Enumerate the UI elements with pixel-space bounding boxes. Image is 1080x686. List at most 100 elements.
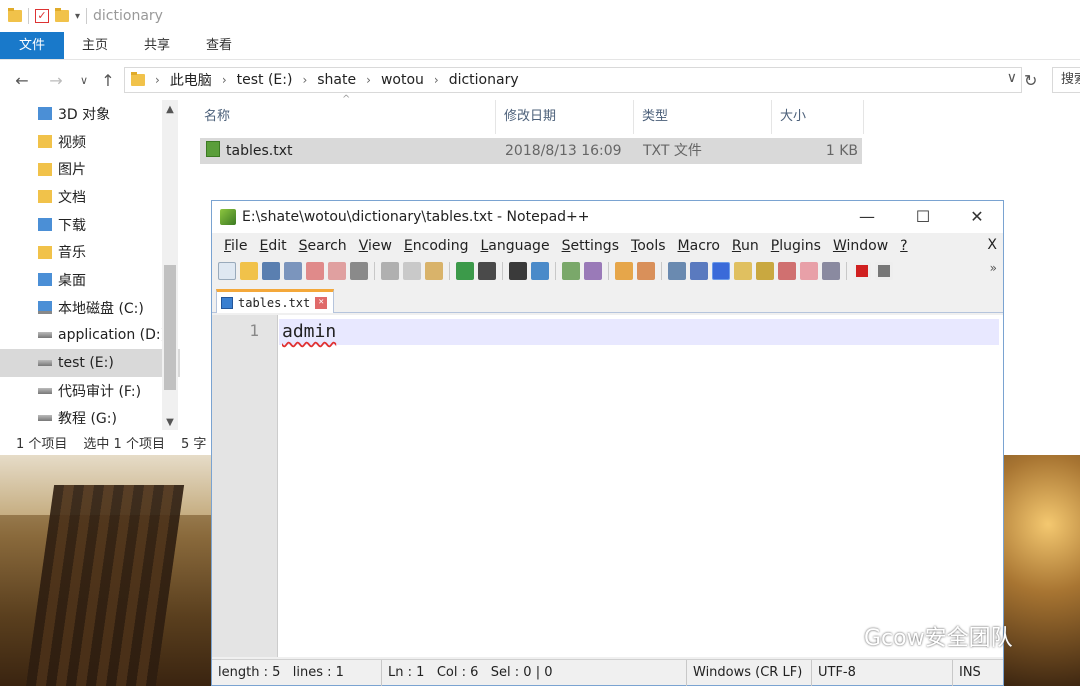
tab-share[interactable]: 共享 — [126, 32, 188, 59]
stop-macro-icon[interactable] — [875, 262, 893, 280]
menu-macro[interactable]: Macro — [672, 238, 726, 254]
open-file-icon[interactable] — [240, 262, 258, 280]
find-icon[interactable] — [509, 262, 527, 280]
tab-view[interactable]: 查看 — [188, 32, 250, 59]
minimize-icon[interactable]: — — [844, 201, 890, 233]
nav-item-music[interactable]: 音乐 — [0, 238, 180, 266]
tab-file[interactable]: 文件 — [0, 32, 64, 59]
redo-icon[interactable] — [478, 262, 496, 280]
tab-tables-txt[interactable]: tables.txt ✕ — [216, 289, 334, 313]
breadcrumb-chevron-icon[interactable]: › — [302, 73, 307, 87]
record-macro-icon[interactable] — [853, 262, 871, 280]
nav-item-pictures[interactable]: 图片 — [0, 155, 180, 183]
npp-title-bar[interactable]: E:\shate\wotou\dictionary\tables.txt - N… — [212, 201, 1003, 233]
file-row[interactable]: tables.txt 2018/8/13 16:09 TXT 文件 1 KB — [200, 138, 862, 164]
zoom-out-icon[interactable] — [584, 262, 602, 280]
menu-run[interactable]: Run — [726, 238, 765, 254]
scroll-down-icon[interactable]: ▼ — [164, 417, 176, 428]
maximize-icon[interactable]: ☐ — [900, 201, 946, 233]
tab-home[interactable]: 主页 — [64, 32, 126, 59]
folder-icon[interactable] — [8, 8, 22, 22]
menu-tools[interactable]: Tools — [625, 238, 672, 254]
cut-icon[interactable] — [381, 262, 399, 280]
breadcrumb-dictionary[interactable]: dictionary — [449, 72, 519, 88]
user-language-icon[interactable] — [734, 262, 752, 280]
function-list-icon[interactable] — [778, 262, 796, 280]
menu-search[interactable]: Search — [293, 238, 353, 254]
show-all-characters-icon[interactable] — [690, 262, 708, 280]
breadcrumb-chevron-icon[interactable]: › — [155, 73, 160, 87]
menu-language[interactable]: Language — [474, 238, 555, 254]
npp-editor[interactable]: 1 admin — [212, 315, 1003, 657]
search-input[interactable]: 搜索 — [1052, 67, 1080, 93]
nav-item-3d-objects[interactable]: 3D 对象 — [0, 100, 180, 128]
undo-icon[interactable] — [456, 262, 474, 280]
nav-item-drive-e[interactable]: test (E:) — [0, 349, 180, 377]
toolbar-overflow-icon[interactable]: » — [990, 261, 997, 275]
breadcrumb-drive-e[interactable]: test (E:) — [237, 72, 293, 88]
nav-item-drive-d[interactable]: application (D:) — [0, 322, 180, 350]
status-encoding[interactable]: UTF-8 — [812, 659, 953, 686]
column-header-size[interactable]: 大小 — [772, 100, 864, 134]
monitoring-icon[interactable] — [822, 262, 840, 280]
copy-icon[interactable] — [403, 262, 421, 280]
nav-item-downloads[interactable]: 下载 — [0, 211, 180, 239]
scroll-up-icon[interactable]: ▲ — [164, 104, 176, 115]
address-dropdown-icon[interactable]: ∨ — [1007, 70, 1017, 86]
column-header-modified[interactable]: 修改日期 — [496, 100, 634, 134]
nav-item-drive-c[interactable]: 本地磁盘 (C:) — [0, 294, 180, 322]
nav-item-desktop[interactable]: 桌面 — [0, 266, 180, 294]
close-file-icon[interactable] — [306, 262, 324, 280]
document-map-icon[interactable] — [756, 262, 774, 280]
breadcrumb-wotou[interactable]: wotou — [381, 72, 424, 88]
replace-icon[interactable] — [531, 262, 549, 280]
breadcrumb-this-pc[interactable]: 此电脑 — [170, 70, 212, 90]
breadcrumb-chevron-icon[interactable]: › — [222, 73, 227, 87]
scrollbar-thumb[interactable] — [164, 265, 176, 390]
close-document-button[interactable]: X — [987, 237, 997, 253]
new-file-icon[interactable] — [218, 262, 236, 280]
print-icon[interactable] — [350, 262, 368, 280]
nav-item-videos[interactable]: 视频 — [0, 128, 180, 156]
menu-help[interactable]: ? — [894, 238, 913, 254]
menu-file[interactable]: File — [218, 238, 253, 254]
status-insert-mode[interactable]: INS — [953, 660, 987, 686]
column-header-type[interactable]: 类型 — [634, 100, 772, 134]
breadcrumb-chevron-icon[interactable]: › — [366, 73, 371, 87]
menu-edit[interactable]: Edit — [253, 238, 292, 254]
tab-close-icon[interactable]: ✕ — [315, 296, 328, 309]
navigation-scrollbar[interactable]: ▲ ▼ — [162, 100, 178, 430]
menu-encoding[interactable]: Encoding — [398, 238, 475, 254]
menu-view[interactable]: View — [353, 238, 398, 254]
save-icon[interactable] — [262, 262, 280, 280]
nav-item-documents[interactable]: 文档 — [0, 183, 180, 211]
breadcrumb-chevron-icon[interactable]: › — [434, 73, 439, 87]
zoom-in-icon[interactable] — [562, 262, 580, 280]
menu-settings[interactable]: Settings — [556, 238, 625, 254]
status-eol[interactable]: Windows (CR LF) — [687, 659, 812, 686]
sync-vertical-icon[interactable] — [615, 262, 633, 280]
folder-as-workspace-icon[interactable] — [800, 262, 818, 280]
close-all-icon[interactable] — [328, 262, 346, 280]
address-box[interactable]: › 此电脑 › test (E:) › shate › wotou › dict… — [124, 67, 1022, 93]
paste-icon[interactable] — [425, 262, 443, 280]
menu-plugins[interactable]: Plugins — [765, 238, 827, 254]
word-wrap-icon[interactable] — [668, 262, 686, 280]
forward-arrow-icon[interactable]: → — [42, 71, 70, 90]
sync-horizontal-icon[interactable] — [637, 262, 655, 280]
column-header-name[interactable]: 名称 — [196, 100, 496, 134]
close-icon[interactable]: ✕ — [954, 201, 1000, 233]
save-all-icon[interactable] — [284, 262, 302, 280]
nav-item-drive-f[interactable]: 代码审计 (F:) — [0, 377, 180, 405]
new-folder-icon[interactable] — [55, 8, 69, 22]
refresh-icon[interactable]: ↻ — [1024, 71, 1037, 90]
properties-check-icon[interactable]: ✓ — [35, 9, 49, 23]
breadcrumb-shate[interactable]: shate — [317, 72, 356, 88]
indent-guide-icon[interactable] — [712, 262, 730, 280]
editor-text[interactable]: admin — [282, 321, 336, 342]
qat-dropdown-icon[interactable]: ▾ — [75, 11, 80, 22]
up-arrow-icon[interactable]: ↑ — [94, 71, 122, 90]
back-arrow-icon[interactable]: ← — [8, 71, 36, 90]
nav-item-drive-g[interactable]: 教程 (G:) — [0, 405, 180, 433]
menu-window[interactable]: Window — [827, 238, 894, 254]
